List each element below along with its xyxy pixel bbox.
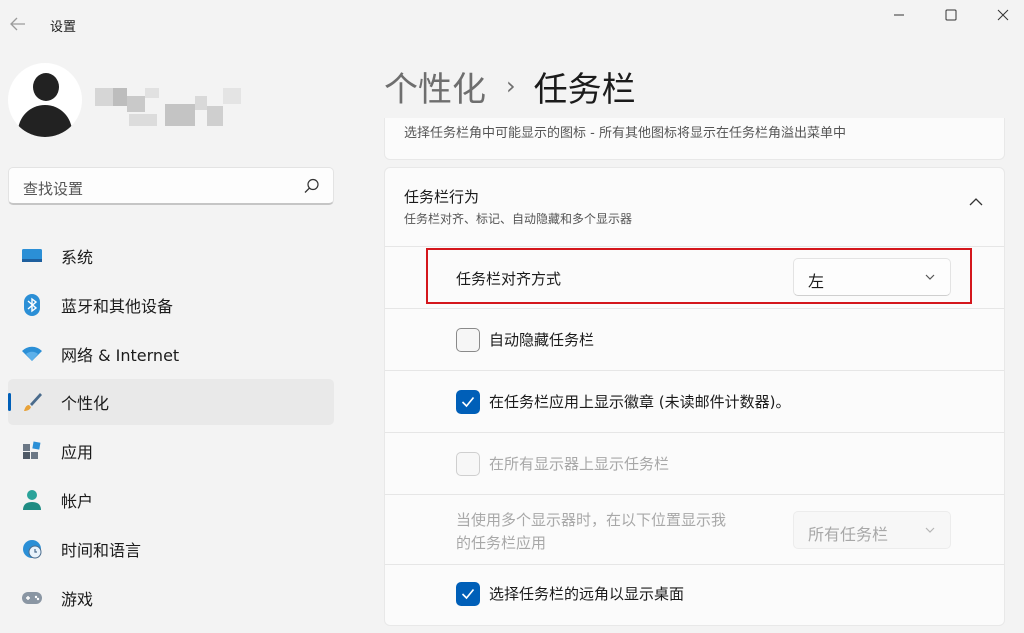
checkmark-icon	[461, 396, 475, 408]
avatar-head	[33, 73, 59, 101]
title-bar: 设置	[0, 0, 1024, 48]
page-title: 任务栏	[533, 69, 636, 110]
search-icon	[304, 178, 319, 193]
sidebar-item-label: 系统	[61, 248, 94, 267]
avatar-body	[18, 105, 72, 137]
auto-hide-checkbox[interactable]	[456, 328, 480, 352]
chevron-down-icon	[925, 527, 935, 533]
section-title: 任务栏行为	[404, 188, 480, 206]
sidebar-item-label: 蓝牙和其他设备	[61, 296, 174, 316]
username-redacted	[95, 88, 245, 128]
breadcrumb: 个性化 › 任务栏	[384, 62, 636, 110]
checkmark-icon	[461, 588, 475, 600]
sidebar-item-label: 游戏	[61, 589, 94, 609]
corner-overflow-description: 选择任务栏角中可能显示的图标 - 所有其他图标将显示在任务栏角溢出菜单中	[404, 126, 846, 141]
all-displays-checkbox[interactable]	[456, 452, 480, 476]
all-displays-row: 在所有显示器上显示任务栏	[385, 432, 1004, 494]
breadcrumb-separator: ›	[506, 72, 516, 100]
chevron-up-icon[interactable]	[965, 194, 987, 210]
search-placeholder: 查找设置	[23, 180, 84, 198]
auto-hide-row: 自动隐藏任务栏	[385, 308, 1004, 370]
avatar[interactable]	[8, 63, 82, 137]
sidebar-item-label: 网络 & Internet	[61, 345, 180, 365]
breadcrumb-parent-link[interactable]: 个性化	[384, 62, 486, 111]
sidebar-item-time-language[interactable]: 时间和语言	[8, 526, 334, 572]
sidebar-item-personalization[interactable]: 个性化	[8, 379, 334, 426]
far-corner-label: 选择任务栏的远角以显示桌面	[489, 585, 685, 603]
person-icon	[21, 489, 43, 511]
taskbar-behavior-header[interactable]: 任务栏行为 任务栏对齐、标记、自动隐藏和多个显示器	[385, 168, 1004, 246]
all-displays-label: 在所有显示器上显示任务栏	[489, 455, 670, 473]
sidebar-item-system[interactable]: 系统	[8, 233, 334, 279]
sidebar-item-bluetooth[interactable]: 蓝牙和其他设备	[8, 282, 334, 328]
far-corner-row: 选择任务栏的远角以显示桌面	[385, 564, 1004, 626]
highlight-box	[426, 248, 972, 304]
sidebar-item-label: 时间和语言	[61, 540, 142, 560]
badges-row: 在任务栏应用上显示徽章 (未读邮件计数器)。	[385, 370, 1004, 432]
taskbar-behavior-card: 任务栏行为 任务栏对齐、标记、自动隐藏和多个显示器 任务栏对齐方式 左 自动隐藏…	[384, 167, 1005, 626]
back-arrow-icon	[10, 17, 25, 31]
minimize-button[interactable]	[876, 0, 922, 30]
active-indicator	[8, 393, 11, 412]
back-button[interactable]	[4, 8, 32, 40]
globe-clock-icon	[21, 538, 43, 560]
multi-display-dropdown[interactable]: 所有任务栏	[793, 511, 951, 549]
badges-checkbox[interactable]	[456, 390, 480, 414]
sidebar-item-accounts[interactable]: 帐户	[8, 477, 334, 523]
sidebar-item-network[interactable]: 网络 & Internet	[8, 331, 334, 377]
monitor-icon	[21, 245, 43, 267]
apps-icon	[21, 440, 43, 462]
search-input[interactable]: 查找设置	[8, 167, 334, 205]
minimize-icon	[894, 14, 904, 16]
sidebar-item-label: 应用	[61, 443, 94, 463]
corner-overflow-card: 选择任务栏角中可能显示的图标 - 所有其他图标将显示在任务栏角溢出菜单中	[384, 118, 1005, 160]
sidebar-item-label: 个性化	[61, 394, 110, 414]
badges-label: 在任务栏应用上显示徽章 (未读邮件计数器)。	[489, 393, 791, 411]
brush-icon	[21, 391, 43, 413]
bluetooth-icon	[21, 293, 43, 316]
wifi-icon	[21, 343, 43, 365]
sidebar-item-apps[interactable]: 应用	[8, 428, 334, 474]
multi-display-label-line2: 的任务栏应用	[456, 534, 547, 552]
multi-display-label-line1: 当使用多个显示器时，在以下位置显示我	[456, 511, 727, 529]
close-button[interactable]	[980, 0, 1024, 30]
section-subtitle: 任务栏对齐、标记、自动隐藏和多个显示器	[404, 212, 633, 226]
sidebar-item-label: 帐户	[61, 491, 94, 511]
multi-display-value: 所有任务栏	[808, 525, 889, 544]
sidebar-item-gaming[interactable]: 游戏	[8, 575, 334, 621]
gamepad-icon	[21, 587, 43, 609]
multi-display-row: 当使用多个显示器时，在以下位置显示我 的任务栏应用 所有任务栏	[385, 494, 1004, 564]
far-corner-checkbox[interactable]	[456, 582, 480, 606]
close-icon	[997, 9, 1009, 21]
maximize-button[interactable]	[928, 0, 974, 30]
maximize-icon	[945, 9, 957, 21]
app-title: 设置	[50, 20, 77, 35]
auto-hide-label: 自动隐藏任务栏	[489, 331, 595, 349]
sidebar-nav: 系统 蓝牙和其他设备 网络 & Internet 个性化 应用 帐户 时间和语言…	[8, 233, 334, 623]
